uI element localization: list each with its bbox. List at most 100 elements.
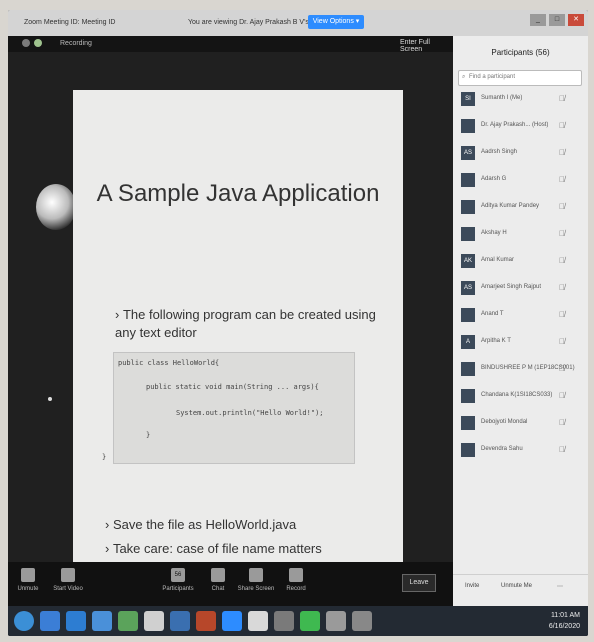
app-icon[interactable] (300, 611, 320, 631)
system-clock[interactable]: 11:01 AM 6/16/2020 (549, 610, 580, 632)
clock-date: 6/16/2020 (548, 623, 580, 630)
bullet-icon: › (105, 517, 113, 532)
participant-name: Anand T (481, 311, 504, 317)
microphone-muted-icon[interactable]: 🎙̸ (559, 445, 565, 454)
code-line: } (102, 453, 107, 461)
start-icon[interactable] (14, 611, 34, 631)
avatar (461, 416, 475, 430)
info-icon[interactable] (22, 39, 30, 47)
microphone-muted-icon[interactable]: 🎙̸ (559, 229, 565, 238)
powerpoint-icon[interactable] (196, 611, 216, 631)
mail-icon[interactable] (144, 611, 164, 631)
participant-row[interactable]: Adarsh G 🎙̸ (453, 167, 588, 194)
share-screen-button[interactable]: Share Screen (236, 568, 276, 592)
microphone-muted-icon[interactable]: 🎙̸ (559, 256, 565, 265)
participant-name: Amal Kumar (481, 257, 515, 263)
maximize-icon[interactable]: □ (549, 14, 565, 26)
avatar (461, 389, 475, 403)
microphone-muted-icon[interactable]: 🎙̸ (559, 121, 565, 130)
more-options-icon[interactable]: ⋯ (557, 583, 563, 590)
edge-browser-icon[interactable] (40, 611, 60, 631)
enter-fullscreen-button[interactable]: Enter Full Screen (400, 39, 453, 53)
microphone-muted-icon[interactable]: 🎙̸ (559, 310, 565, 319)
app-icon[interactable] (274, 611, 294, 631)
record-button[interactable]: Record (276, 568, 316, 592)
avatar (461, 308, 475, 322)
unmute-me-button[interactable]: Unmute Me (501, 583, 532, 589)
search-placeholder: Find a participant (469, 74, 516, 80)
app-icon[interactable] (326, 611, 346, 631)
app-icon[interactable] (352, 611, 372, 631)
minimize-icon[interactable]: _ (530, 14, 546, 26)
presentation-slide: A Sample Java Application › The followin… (73, 90, 403, 562)
participant-name: Arpitha K T (481, 338, 511, 344)
excel-icon[interactable] (118, 611, 138, 631)
participant-row[interactable]: Chandana K(1SI18CS033) 🎙̸ (453, 383, 588, 410)
leave-button[interactable]: Leave (402, 574, 436, 592)
microphone-muted-icon[interactable]: 🎙̸ (559, 337, 565, 346)
webcam-thumbnail (36, 184, 76, 230)
participant-name: Aadrsh Singh (481, 149, 518, 155)
microphone-muted-icon[interactable]: 🎙̸ (559, 418, 565, 427)
participant-name: Devendra Sahu (481, 446, 523, 452)
code-line: public class HelloWorld{ (118, 359, 220, 367)
microphone-muted-icon[interactable]: 🎙̸ (559, 364, 565, 373)
code-line: System.out.println("Hello World!"); (176, 409, 324, 417)
participant-list: SI Sumanth I (Me) 🎙̸ Dr. Ajay Prakash... (… (453, 86, 588, 464)
onenote-icon[interactable] (170, 611, 190, 631)
bullet-icon: › (115, 307, 123, 322)
microphone-muted-icon[interactable]: 🎙̸ (559, 175, 565, 184)
slide-bullet-1-text: The following program can be created usi… (115, 307, 376, 340)
participant-row[interactable]: AS Amarjeet Singh Rajput 🎙̸ (453, 275, 588, 302)
participants-panel: Participants (56) ⌕ Find a participant S… (453, 36, 588, 606)
participant-search-input[interactable]: ⌕ Find a participant (458, 70, 582, 86)
participant-row[interactable]: A Arpitha K T 🎙̸ (453, 329, 588, 356)
share-screen-icon (249, 568, 263, 582)
store-icon[interactable] (92, 611, 112, 631)
unmute-button[interactable]: Unmute (8, 568, 48, 592)
participant-row[interactable]: Dr. Ajay Prakash... (Host) 🎙̸ (453, 113, 588, 140)
participant-row[interactable]: Anand T 🎙̸ (453, 302, 588, 329)
microphone-muted-icon[interactable]: 🎙̸ (559, 283, 565, 292)
slide-bullet-2-text: Save the file as HelloWorld.java (112, 517, 297, 532)
chat-button[interactable]: Chat (198, 568, 238, 592)
meeting-toolbar: Unmute Start Video 56 Participants Chat S… (8, 562, 453, 606)
avatar (461, 119, 475, 133)
microphone-muted-icon[interactable]: 🎙̸ (559, 94, 565, 103)
shield-icon[interactable] (34, 39, 42, 47)
avatar (461, 443, 475, 457)
participant-row[interactable]: BINDUSHREE P M (1EP18CS001) 🎙̸ (453, 356, 588, 383)
start-video-button[interactable]: Start Video (48, 568, 88, 592)
participant-row[interactable]: Aditya Kumar Pandey 🎙̸ (453, 194, 588, 221)
share-bar: Recording Enter Full Screen (8, 36, 453, 53)
participant-row[interactable]: Akshay H 🎙̸ (453, 221, 588, 248)
slide-bullet-3: › Take care: case of file name matters (105, 540, 322, 558)
participant-name: Sumanth I (Me) (481, 95, 523, 101)
participants-button[interactable]: 56 Participants (158, 568, 198, 592)
participant-row[interactable]: Debojyoti Mondal 🎙̸ (453, 410, 588, 437)
recording-indicator: Recording (60, 40, 92, 47)
chat-icon (211, 568, 225, 582)
shared-screen: A Sample Java Application › The followin… (8, 52, 453, 562)
avatar (461, 200, 475, 214)
search-icon: ⌕ (462, 74, 466, 80)
microphone-muted-icon[interactable]: 🎙̸ (559, 202, 565, 211)
participants-label: Participants (162, 586, 194, 592)
participant-row[interactable]: SI Sumanth I (Me) 🎙̸ (453, 86, 588, 113)
cursor-icon (48, 397, 52, 401)
chrome-icon[interactable] (248, 611, 268, 631)
zoom-icon[interactable] (222, 611, 242, 631)
microphone-muted-icon (21, 568, 35, 582)
participant-row[interactable]: Devendra Sahu 🎙̸ (453, 437, 588, 464)
video-off-icon (61, 568, 75, 582)
view-options-button[interactable]: View Options ▾ (308, 15, 364, 29)
participant-row[interactable]: AK Amal Kumar 🎙̸ (453, 248, 588, 275)
microphone-muted-icon[interactable]: 🎙̸ (559, 391, 565, 400)
slide-title: A Sample Java Application (96, 180, 380, 207)
close-icon[interactable]: ✕ (568, 14, 584, 26)
code-block: public class HelloWorld{ public static v… (102, 352, 355, 464)
microphone-muted-icon[interactable]: 🎙̸ (559, 148, 565, 157)
invite-button[interactable]: Invite (465, 583, 479, 589)
file-explorer-icon[interactable] (66, 611, 86, 631)
participant-row[interactable]: AS Aadrsh Singh 🎙̸ (453, 140, 588, 167)
